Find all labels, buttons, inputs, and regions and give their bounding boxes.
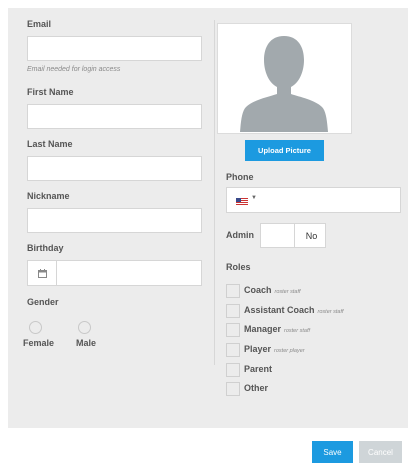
birthday-field[interactable] <box>27 260 202 286</box>
gender-male-radio[interactable] <box>78 321 91 334</box>
role-player-label: Player roster player <box>244 344 305 354</box>
role-player-checkbox[interactable] <box>226 343 240 357</box>
cancel-button[interactable]: Cancel <box>359 441 402 463</box>
role-parent-checkbox[interactable] <box>226 363 240 377</box>
role-manager-checkbox[interactable] <box>226 323 240 337</box>
role-other-checkbox[interactable] <box>226 382 240 396</box>
roles-label: Roles <box>226 262 251 272</box>
admin-value[interactable]: No <box>294 224 328 247</box>
gender-female-label: Female <box>23 338 55 348</box>
gender-male-label: Male <box>76 338 97 348</box>
role-other-label: Other <box>244 383 269 393</box>
role-coach-checkbox[interactable] <box>226 284 240 298</box>
avatar-placeholder-icon <box>240 36 328 132</box>
nickname-field[interactable] <box>27 208 202 233</box>
nickname-label: Nickname <box>27 191 70 201</box>
birthday-label: Birthday <box>27 243 64 253</box>
email-field[interactable] <box>27 36 202 61</box>
admin-label: Admin <box>226 230 254 240</box>
save-button[interactable]: Save <box>312 441 353 463</box>
last-name-label: Last Name <box>27 139 73 149</box>
role-manager-label: Manager roster staff <box>244 324 310 334</box>
email-label: Email <box>27 19 52 29</box>
phone-field[interactable]: ▼ <box>226 187 401 213</box>
column-divider <box>214 20 215 365</box>
first-name-label: First Name <box>27 87 74 97</box>
role-assistant-coach-label: Assistant Coach roster staff <box>244 305 344 315</box>
upload-picture-button[interactable]: Upload Picture <box>245 140 324 161</box>
gender-label: Gender <box>27 297 59 307</box>
email-hint: Email needed for login access <box>27 66 121 73</box>
chevron-down-icon[interactable]: ▼ <box>251 195 257 201</box>
us-flag-icon[interactable] <box>236 198 248 205</box>
role-assistant-coach-checkbox[interactable] <box>226 304 240 318</box>
first-name-field[interactable] <box>27 104 202 129</box>
calendar-icon[interactable] <box>28 261 57 285</box>
admin-toggle[interactable]: No <box>260 223 326 248</box>
role-parent-label: Parent <box>244 364 273 374</box>
gender-female-radio[interactable] <box>29 321 42 334</box>
profile-photo <box>217 23 352 134</box>
phone-label: Phone <box>226 172 254 182</box>
last-name-field[interactable] <box>27 156 202 181</box>
role-coach-label: Coach roster staff <box>244 285 301 295</box>
